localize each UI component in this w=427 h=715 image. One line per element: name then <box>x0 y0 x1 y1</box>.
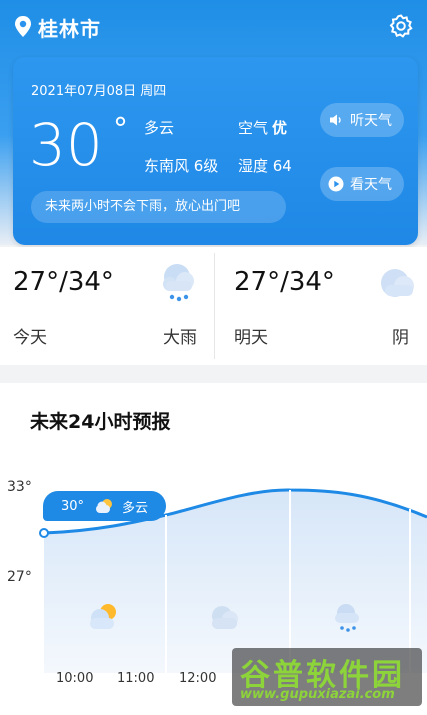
selected-point <box>39 528 49 538</box>
gear-icon[interactable] <box>388 13 414 39</box>
listen-weather-label: 听天气 <box>350 113 392 129</box>
day-card-today[interactable]: 27°/34° 今天 大雨 <box>0 247 213 365</box>
partly-cloudy-icon <box>90 604 116 629</box>
air-quality-label: 空气 <box>238 119 269 137</box>
city-name[interactable]: 桂林市 <box>38 13 101 42</box>
tooltip-temp: 30° <box>61 498 85 514</box>
day-card-tomorrow[interactable]: 27°/34° 明天 阴 <box>216 247 427 365</box>
play-icon <box>328 176 344 192</box>
current-weather-card: 2021年07月08日 周四 30 ° 多云 东南风 6级 空气优 湿度 64 … <box>13 57 418 245</box>
location-pin-icon[interactable] <box>14 16 32 38</box>
site-watermark: 谷普软件园 www.gupuxiazai.com <box>232 648 422 706</box>
tooltip-condition: 多云 <box>122 500 149 516</box>
watch-weather-button[interactable]: 看天气 <box>320 167 404 201</box>
hour-label: 12:00 <box>179 671 217 686</box>
speaker-icon <box>330 114 341 126</box>
app-header: 桂林市 <box>0 0 427 54</box>
partly-cloudy-icon <box>96 499 113 513</box>
rain-icon <box>335 604 359 632</box>
humidity-info: 湿度 64 <box>238 157 292 175</box>
day-temp-range: 27°/34° <box>13 267 114 297</box>
day-divider <box>214 253 215 359</box>
listen-weather-button[interactable]: 听天气 <box>320 103 404 137</box>
hour-tooltip: 30° 多云 <box>43 491 166 521</box>
degree-symbol: ° <box>113 112 128 147</box>
current-temperature: 30 <box>29 111 103 179</box>
y-axis-mid: 27° <box>7 569 32 585</box>
hour-label: 10:00 <box>56 671 94 686</box>
day-name: 明天 <box>234 328 268 348</box>
day-name: 今天 <box>13 328 47 348</box>
air-quality-value: 优 <box>272 119 288 137</box>
watermark-url: www.gupuxiazai.com <box>240 687 395 702</box>
current-date: 2021年07月08日 周四 <box>31 84 167 99</box>
cloud-icon <box>212 606 238 629</box>
current-condition: 多云 <box>144 119 175 137</box>
day-condition: 大雨 <box>163 328 197 348</box>
watch-weather-label: 看天气 <box>350 177 392 193</box>
daily-forecast: 27°/34° 今天 大雨 27°/34° 明天 阴 <box>0 247 427 365</box>
hour-label: 11:00 <box>117 671 155 686</box>
section-title: 未来24小时预报 <box>30 411 171 433</box>
wind-info: 东南风 6级 <box>144 157 219 175</box>
day-temp-range: 27°/34° <box>234 267 335 297</box>
day-condition: 阴 <box>392 328 409 348</box>
overcast-icon <box>381 269 414 297</box>
heavy-rain-icon <box>163 264 194 302</box>
y-axis-max: 33° <box>7 479 32 495</box>
rain-notice[interactable]: 未来两小时不会下雨，放心出门吧 <box>31 191 286 223</box>
air-quality[interactable]: 空气优 <box>238 117 287 138</box>
